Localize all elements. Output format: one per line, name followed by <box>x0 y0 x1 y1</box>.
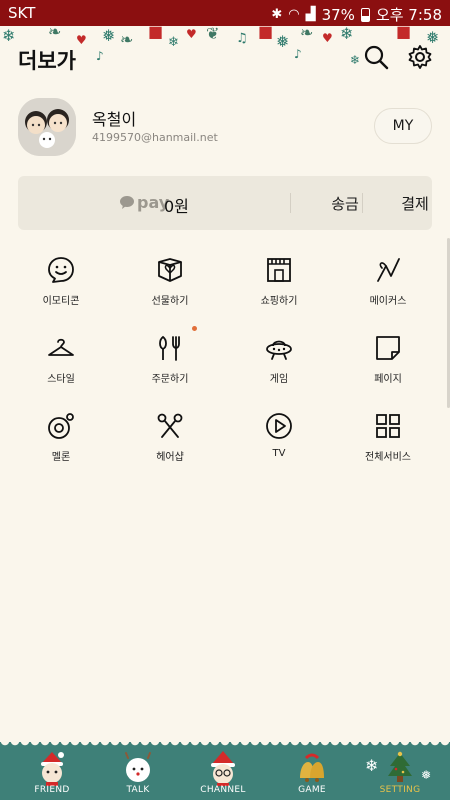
menu-item-melon[interactable]: 멜론 <box>5 412 117 482</box>
divider <box>290 193 291 213</box>
my-button[interactable]: MY <box>374 108 432 144</box>
melon-icon <box>48 413 74 439</box>
tab-label: GAME <box>298 785 326 795</box>
pay-bar: pay 0원 송금 결제 <box>18 176 432 230</box>
menu-label: 스타일 <box>47 374 75 385</box>
menu-label: 선물하기 <box>151 296 189 307</box>
menu-item-gift[interactable]: 선물하기 <box>114 256 226 326</box>
menu-item-style[interactable]: 스타일 <box>5 334 117 404</box>
play-icon <box>266 413 292 439</box>
profile-name: 옥철이 <box>92 110 137 129</box>
menu-item-order[interactable]: 주문하기 <box>114 326 226 404</box>
tab-setting[interactable]: ❄ ❅ SETTING <box>355 742 445 800</box>
snowflake-icon: ❄ <box>168 35 179 50</box>
bluetooth-icon: ✱ <box>271 7 283 22</box>
tab-friend[interactable]: FRIEND <box>7 742 97 800</box>
snowflake-icon: ❅ <box>102 26 116 45</box>
friend-character-icon <box>41 752 64 786</box>
search-icon[interactable] <box>362 43 390 71</box>
menu-label: 헤어샵 <box>156 452 184 463</box>
snowflake-icon: ❄ <box>2 26 16 45</box>
gift-icon <box>158 258 182 282</box>
talk-character-icon <box>125 752 151 782</box>
gift-decoration-icon: ■ <box>396 22 412 41</box>
tab-talk[interactable]: TALK <box>93 742 183 800</box>
menu-item-all-services[interactable]: 전체서비스 <box>332 412 444 482</box>
scissors-icon <box>157 413 183 438</box>
heart-icon: ♥ <box>186 27 197 41</box>
tab-bar: FRIEND TALK CHANNEL GAME ❄ ❅ SETTING <box>0 741 450 800</box>
menu-label: 전체서비스 <box>365 452 411 463</box>
music-note-icon: ♪ <box>96 49 104 63</box>
snowflake-icon: ❄ <box>350 53 361 67</box>
tab-channel[interactable]: CHANNEL <box>178 742 268 800</box>
page-icon <box>376 336 400 360</box>
snowflake-icon: ❅ <box>276 32 290 51</box>
channel-character-icon <box>211 751 235 786</box>
ufo-icon <box>266 340 292 360</box>
heart-icon: ♥ <box>76 33 87 47</box>
tab-label: FRIEND <box>34 785 70 795</box>
profile-photo-icon <box>18 98 76 156</box>
christmas-tree-icon <box>388 751 412 782</box>
tab-label: SETTING <box>379 785 421 795</box>
menu-item-tv[interactable]: TV <box>223 412 335 482</box>
heart-icon: ♥ <box>322 31 333 45</box>
speech-bubble-icon <box>120 196 134 209</box>
fork-knife-icon <box>159 335 180 361</box>
music-note-icon: ♫ <box>236 31 248 46</box>
carrier-label: SKT <box>8 4 36 22</box>
tab-game[interactable]: GAME <box>267 742 357 800</box>
transfer-button[interactable]: 송금 <box>310 193 380 214</box>
menu-item-makers[interactable]: 메이커스 <box>332 256 444 326</box>
pay-logo[interactable]: pay <box>120 193 169 212</box>
hanger-icon <box>48 338 74 356</box>
holly-icon: ❧ <box>300 23 314 42</box>
gift-decoration-icon: ■ <box>258 22 274 41</box>
snowflake-icon: ❄ <box>340 24 354 43</box>
menu-item-shop[interactable]: 쇼핑하기 <box>223 256 335 326</box>
menu-label: 게임 <box>269 374 289 385</box>
header: ❄ ❧ ♥ ❅ ❧ ■ ❄ ♥ ❦ ♫ ■ ❅ ❧ ♥ ❄ ■ ❅ ♪ ♪ ❄ … <box>0 22 450 86</box>
payment-button[interactable]: 결제 <box>380 193 450 214</box>
grid-icon <box>376 414 400 438</box>
menu-label: 페이지 <box>374 374 402 385</box>
status-bar: SKT ✱ ◠ ▟ 37% 오후 7:58 <box>0 0 450 26</box>
menu-label: 이모티콘 <box>42 296 80 307</box>
snowflake-icon: ❅ <box>421 768 432 782</box>
battery-icon <box>360 7 370 22</box>
holly-icon: ❧ <box>120 30 134 49</box>
tab-label: TALK <box>126 785 150 795</box>
menu-item-page[interactable]: 페이지 <box>332 334 444 404</box>
gift-decoration-icon: ■ <box>148 22 164 41</box>
holly-icon: ❧ <box>48 22 62 41</box>
wifi-icon: ◠ <box>288 7 300 22</box>
music-note-icon: ♪ <box>294 47 302 61</box>
snowflake-icon: ❄ <box>365 756 379 775</box>
menu-label: TV <box>272 448 286 459</box>
menu-label: 멜론 <box>51 452 71 463</box>
makers-icon <box>377 258 400 282</box>
profile-email: 4199570@hanmail.net <box>92 131 218 144</box>
avatar[interactable] <box>18 98 76 156</box>
divider <box>362 193 363 213</box>
notification-dot <box>192 326 197 331</box>
page-title: 더보가 <box>18 49 76 73</box>
menu-label: 메이커스 <box>369 296 407 307</box>
profile-section[interactable]: 옥철이 4199570@hanmail.net MY <box>18 98 434 160</box>
shop-icon <box>267 258 291 282</box>
holly-icon: ❦ <box>206 24 220 43</box>
menu-item-hairshop[interactable]: 헤어샵 <box>114 412 226 482</box>
menu-item-emoticon[interactable]: 이모티콘 <box>5 256 117 326</box>
pay-balance[interactable]: 0원 <box>164 193 189 217</box>
bells-icon <box>300 753 324 782</box>
gear-icon[interactable] <box>406 43 434 71</box>
menu-item-game[interactable]: 게임 <box>223 334 335 404</box>
menu-label: 주문하기 <box>151 374 189 385</box>
tab-label: CHANNEL <box>200 785 246 795</box>
emoticon-icon <box>48 257 74 283</box>
signal-icon: ▟ <box>305 7 316 22</box>
menu-label: 쇼핑하기 <box>260 296 298 307</box>
battery-percent: 37% <box>321 5 355 24</box>
